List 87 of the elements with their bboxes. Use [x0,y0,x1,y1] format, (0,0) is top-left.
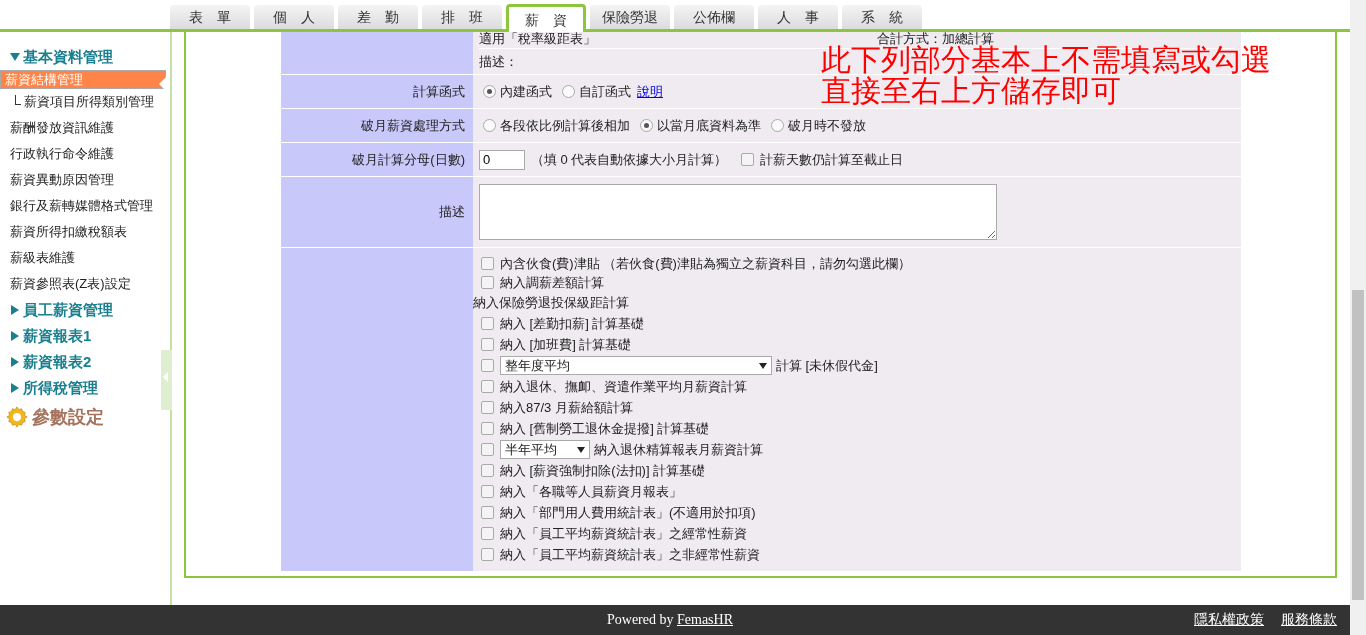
option-label: 納入 [薪資強制扣除(法扣)] 計算基礎 [500,461,706,480]
checkbox[interactable] [481,338,494,351]
powered-text: Powered by [607,612,674,627]
radio-button[interactable] [640,119,653,132]
checkbox-label: 計薪天數仍計算至截止日 [760,150,904,169]
tab[interactable]: 人 事 [758,5,838,29]
dropdown[interactable]: 整年度平均 [500,356,772,375]
tab[interactable]: 個 人 [254,5,334,29]
description-field[interactable] [479,184,997,240]
option-label: 納入「部門用人費用統計表」(不適用於扣項) [500,503,756,522]
menu-item[interactable]: 薪級表維護 [0,245,170,271]
option-label: 納入 [舊制勞工退休金提撥] 計算基礎 [500,419,710,438]
footer-link[interactable]: 隱私權政策 [1194,611,1264,629]
radio-button[interactable] [771,119,784,132]
menu-group[interactable]: 薪資報表1 [0,323,92,349]
option-label: 納入87/3 月薪給額計算 [500,398,633,417]
option-label: 納入「各職等人員薪資月報表」 [500,482,682,501]
radio-label: 以當月底資料為準 [657,116,761,135]
label-cell: 破月薪資處理方式 [281,109,473,142]
menu-item[interactable]: 薪資異動原因管理 [0,167,170,193]
checkbox[interactable] [481,527,494,540]
radio-label: 破月時不發放 [788,116,866,135]
checkbox[interactable] [481,422,494,435]
option-label: 納入「員工平均薪資統計表」之經常性薪資 [500,524,747,543]
menu-group[interactable]: 參數設定 [0,401,170,433]
checkbox[interactable] [741,153,755,166]
menu-group[interactable]: 基本資料管理 [0,44,113,70]
section-text: 納入保險勞退投保級距計算 [473,293,629,312]
hint-text: （填 0 代表自動依據大小月計算） [531,150,728,169]
radio-button[interactable] [483,119,496,132]
sum-text: 合計方式：加總計算 [877,32,994,46]
tab[interactable]: 排 班 [422,5,502,29]
brand-link[interactable]: FemasHR [677,612,733,627]
scrollbar[interactable] [1350,0,1366,635]
tab[interactable]: 公佈欄 [674,5,754,29]
option-label: 納入調薪差額計算 [500,273,604,292]
menu-group[interactable]: 員工薪資管理 [0,297,113,323]
radio-label: 自訂函式 [579,82,631,101]
checkbox[interactable] [481,464,494,477]
option-label: 納入退休精算報表月薪資計算 [594,440,763,459]
checkbox[interactable] [481,276,494,289]
menu-item[interactable]: 薪資所得扣繳稅額表 [0,219,170,245]
menu-group[interactable]: 所得稅管理 [0,375,98,401]
radio-button[interactable] [562,85,575,98]
option-label: 納入 [差勤扣薪] 計算基礎 [500,314,645,333]
tab[interactable]: 表 單 [170,5,250,29]
radio-button[interactable] [483,85,496,98]
tab[interactable]: 差 勤 [338,5,418,29]
tab[interactable]: 系 統 [842,5,922,29]
footer-link[interactable]: 服務條款 [1281,611,1337,629]
help-link[interactable]: 說明 [637,82,663,101]
checkbox[interactable] [481,359,494,372]
caret-icon [759,362,767,369]
label-cell: 描述 [281,177,473,247]
checkbox[interactable] [481,548,494,561]
menu-item[interactable]: 行政執行命令維護 [0,141,170,167]
menu-group[interactable]: 薪資報表2 [0,349,92,375]
option-label: 內含伙食(費)津貼 （若伙食(費)津貼為獨立之薪資科目，請勿勾選此欄） [500,254,911,273]
checkbox[interactable] [481,506,494,519]
menu-item[interactable]: 銀行及薪轉媒體格式管理 [0,193,170,219]
option-label: 計算 [未休假代金] [776,356,878,375]
radio-label: 內建函式 [500,82,552,101]
collapse-handle[interactable] [161,350,172,410]
note-text: 此下列部分基本上不需填寫或勾選 直接至右上方儲存即可 [821,44,1271,106]
checkbox[interactable] [481,317,494,330]
tab[interactable]: 保險勞退 [590,5,670,29]
checkbox[interactable] [481,257,494,270]
dropdown[interactable]: 半年平均 [500,440,590,459]
caret-icon [577,446,585,453]
checkbox[interactable] [481,485,494,498]
tab[interactable]: 薪 資 [506,4,586,32]
description-text: 描述： [479,52,518,71]
menu-item[interactable]: 薪資項目所得類別管理 [0,89,170,115]
label-cell: 計算函式 [281,75,473,108]
label-cell: 破月計算分母(日數) [281,143,473,176]
radio-label: 各段依比例計算後相加 [500,116,630,135]
gear-icon [6,406,28,428]
menu-item[interactable]: 薪酬發放資訊維護 [0,115,170,141]
days-input[interactable]: 0 [479,149,525,170]
option-label: 納入退休、撫卹、資遣作業平均月薪資計算 [500,377,747,396]
checkbox[interactable] [481,380,494,393]
menu-item[interactable]: 薪資參照表(Z表)設定 [0,271,170,297]
option-label: 納入「員工平均薪資統計表」之非經常性薪資 [500,545,760,564]
rate-text: 適用「稅率級距表」 [479,32,596,48]
option-label: 納入 [加班費] 計算基礎 [500,335,632,354]
checkbox[interactable] [481,443,494,456]
checkbox[interactable] [481,401,494,414]
